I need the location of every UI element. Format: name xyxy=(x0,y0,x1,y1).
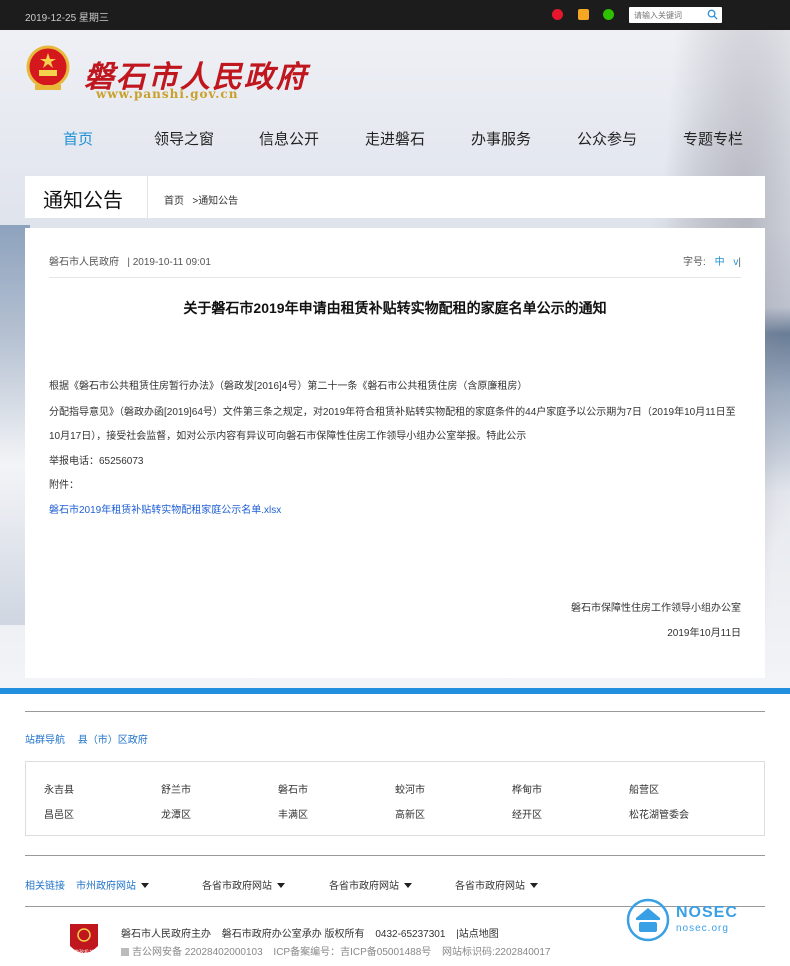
county-link[interactable]: 桦甸市 xyxy=(512,781,542,796)
badge-text: 党政机关 xyxy=(74,949,94,956)
article-title: 关于磐石市2019年申请由租赁补贴转实物配租的家庭名单公示的通知 xyxy=(183,300,607,316)
dropdown-arrow-icon xyxy=(277,883,285,888)
nav-item-home[interactable]: 首页 xyxy=(63,128,93,149)
article-divider xyxy=(49,277,741,278)
footer-organizer: 磐石市政府办公室承办 版权所有 xyxy=(221,929,365,940)
sign-date: 2019年10月11日 xyxy=(667,628,741,639)
footer-info: 磐石市人民政府主办 磐石市政府办公室承办 版权所有 0432-65237301 … xyxy=(121,925,499,940)
search-input[interactable] xyxy=(629,7,705,24)
county-link[interactable]: 龙潭区 xyxy=(161,806,191,821)
signer: 磐石市保障性住房工作领导小组办公室 xyxy=(571,603,741,614)
top-bar: 2019-12-25 星期三 xyxy=(0,0,790,30)
link-select-municipal[interactable]: 市州政府网站 xyxy=(76,877,149,892)
nav-item-about-panshi[interactable]: 走进磐石 xyxy=(365,128,425,149)
county-link[interactable]: 磐石市 xyxy=(278,781,308,796)
watermark-title: NOSEC xyxy=(676,904,738,921)
site-url: www.panshi.gov.cn xyxy=(96,87,239,101)
nav-item-participation[interactable]: 公众参与 xyxy=(577,128,637,149)
nav-item-special-topics[interactable]: 专题专栏 xyxy=(683,128,743,149)
link-select-provincial[interactable]: 各省市政府网站 xyxy=(329,877,412,892)
site-group-nav-label: 站群导航 xyxy=(25,735,65,746)
search-icon[interactable] xyxy=(707,9,718,20)
section-divider xyxy=(147,176,165,218)
national-emblem-icon xyxy=(26,45,70,90)
footer-divider xyxy=(25,711,765,712)
font-size-label: 字号: xyxy=(683,257,706,268)
attachment-label: 附件： xyxy=(49,480,79,491)
footer-host: 磐石市人民政府主办 xyxy=(121,929,211,940)
county-link[interactable]: 昌邑区 xyxy=(44,806,74,821)
nosec-watermark: NOSEC nosec.org xyxy=(626,896,746,944)
search-box xyxy=(629,7,722,24)
site-group-nav: 站群导航 县（市）区政府 xyxy=(25,731,158,746)
blue-band xyxy=(0,688,790,694)
link-select-provincial[interactable]: 各省市政府网站 xyxy=(202,877,285,892)
footer-registration: 吉公网安备 22028402000103 ICP备案编号：吉ICP备050014… xyxy=(121,943,558,958)
article-paragraph: 10月17日），接受社会监督，如对公示内容有异议可向磐石市保障性住房工作领导小组… xyxy=(49,431,527,442)
dropdown-arrow-icon xyxy=(141,883,149,888)
watermark-subtitle: nosec.org xyxy=(676,923,729,934)
article-date: | 2019-10-11 09:01 xyxy=(127,257,211,268)
party-government-badge-icon[interactable]: 党政机关 xyxy=(68,920,100,960)
dropdown-arrow-icon xyxy=(530,883,538,888)
link-select-provincial[interactable]: 各省市政府网站 xyxy=(455,877,538,892)
article-meta: 磐石市人民政府 | 2019-10-11 09:01 xyxy=(49,253,211,268)
dropdown-arrow-icon xyxy=(404,883,412,888)
footer-police-record[interactable]: 吉公网安备 22028402000103 xyxy=(132,947,263,958)
nav-item-services[interactable]: 办事服务 xyxy=(471,128,531,149)
footer-site-id: 网站标识码:2202840017 xyxy=(442,947,551,958)
nosec-logo-icon xyxy=(626,898,670,942)
footer-divider xyxy=(25,855,765,856)
link-select-label: 各省市政府网站 xyxy=(202,881,272,892)
county-link[interactable]: 丰满区 xyxy=(278,806,308,821)
font-size-medium[interactable]: 中 xyxy=(715,257,725,268)
nav-item-leaders[interactable]: 领导之窗 xyxy=(154,128,214,149)
mobile-app-icon[interactable] xyxy=(578,9,589,20)
wechat-icon[interactable] xyxy=(603,9,614,20)
breadcrumb-home[interactable]: 首页 xyxy=(164,196,184,207)
current-date: 2019-12-25 星期三 xyxy=(25,13,109,24)
breadcrumb-current[interactable]: 通知公告 xyxy=(198,196,238,207)
related-links-label: 相关链接 xyxy=(25,881,65,892)
article-source: 磐石市人民政府 xyxy=(49,257,119,268)
attachment-link[interactable]: 磐石市2019年租赁补贴转实物配租家庭公示名单.xlsx xyxy=(49,505,281,516)
link-select-label: 各省市政府网站 xyxy=(329,881,399,892)
county-link[interactable]: 高新区 xyxy=(395,806,425,821)
nav-item-info-disclosure[interactable]: 信息公开 xyxy=(259,128,319,149)
county-link[interactable]: 蛟河市 xyxy=(395,781,425,796)
main-nav: 首页 领导之窗 信息公开 走进磐石 办事服务 公众参与 专题专栏 xyxy=(0,128,790,148)
footer-icp[interactable]: ICP备案编号：吉ICP备05001488号 xyxy=(273,947,431,958)
font-size-bar: | xyxy=(738,257,741,268)
report-phone: 举报电话：65256073 xyxy=(49,456,144,467)
font-size-control: 字号: 中 v| xyxy=(683,253,741,268)
police-badge-icon xyxy=(121,948,129,956)
related-links: 相关链接 市州政府网站 各省市政府网站 各省市政府网站 各省市政府网站 xyxy=(25,877,765,892)
county-link[interactable]: 经开区 xyxy=(512,806,542,821)
attachment-entry: 磐石市2019年租赁补贴转实物配租家庭公示名单.xlsx xyxy=(49,501,281,516)
section-title: 通知公告 xyxy=(43,190,123,212)
breadcrumb: 首页 >通知公告 xyxy=(164,192,238,207)
county-link[interactable]: 永吉县 xyxy=(44,781,74,796)
link-select-label: 各省市政府网站 xyxy=(455,881,525,892)
county-governments-tab[interactable]: 县（市）区政府 xyxy=(78,735,148,746)
sitemap-link[interactable]: |站点地图 xyxy=(456,929,499,940)
weibo-icon[interactable] xyxy=(552,9,563,20)
county-links: 永吉县 舒兰市 磐石市 蛟河市 桦甸市 船营区 昌邑区 龙潭区 丰满区 高新区 … xyxy=(25,761,765,836)
link-select-label: 市州政府网站 xyxy=(76,881,136,892)
county-link[interactable]: 舒兰市 xyxy=(161,781,191,796)
footer-phone: 0432-65237301 xyxy=(375,929,446,940)
county-link[interactable]: 松花湖管委会 xyxy=(629,806,689,821)
article-paragraph: 根据《磐石市公共租赁住房暂行办法》（磐政发[2016]4号）第二十一条《磐石市公… xyxy=(49,381,528,392)
county-link[interactable]: 船营区 xyxy=(629,781,659,796)
section-header: 通知公告 首页 >通知公告 xyxy=(25,176,765,218)
article-panel: 磐石市人民政府 | 2019-10-11 09:01 字号: 中 v| 关于磐石… xyxy=(25,228,765,678)
article-paragraph: 分配指导意见》（磐政办函[2019]64号）文件第三条之规定，对2019年符合租… xyxy=(49,407,736,418)
